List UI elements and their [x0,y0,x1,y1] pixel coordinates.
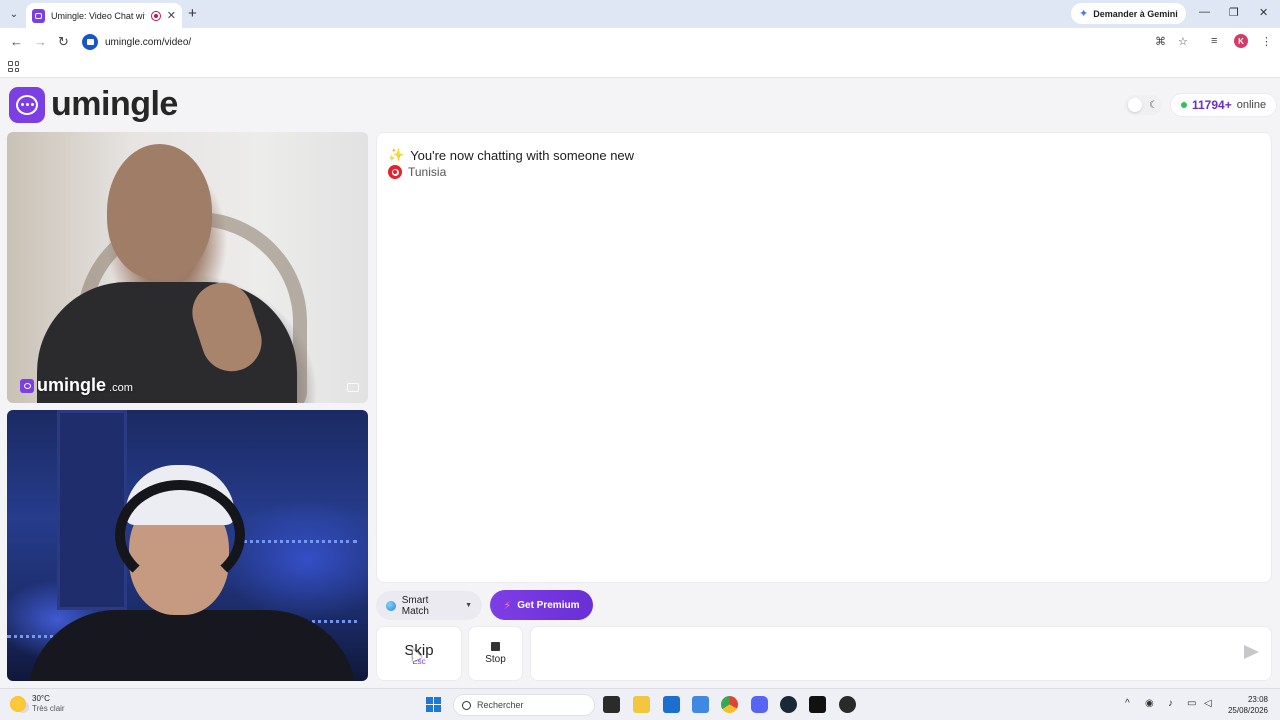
smart-match-dropdown[interactable]: Smart Match ▼ [376,591,482,620]
video-led-strip [237,540,357,543]
bookmark-bar [0,56,1280,78]
message-input[interactable] [531,627,1221,680]
remote-video: umingle .com [7,132,368,403]
stop-button[interactable]: Stop [468,626,523,681]
premium-label: Get Premium [517,599,580,611]
translate-icon[interactable]: ⌘ [1155,35,1166,48]
steam-icon[interactable] [780,696,797,713]
brand-logo[interactable]: umingle [9,85,178,124]
file-explorer-icon[interactable] [633,696,650,713]
terminal-icon[interactable] [809,696,826,713]
apps-grid-icon[interactable] [8,61,19,72]
chrome-icon[interactable] [721,696,738,713]
online-status-dot [1181,102,1187,108]
system-message: ✨ You're now chatting with someone new [388,147,634,163]
search-icon [462,700,471,710]
back-icon[interactable]: ← [10,34,23,49]
video-person-headset [115,480,245,590]
sun-icon [10,696,26,712]
bookmark-star-icon[interactable]: ☆ [1178,35,1188,48]
browser-tab-bar: ⌄ Umingle: Video Chat with S ✕ + ✦ Deman… [0,0,1280,28]
system-message-text: You're now chatting with someone new [410,147,635,163]
store-icon[interactable] [663,696,680,713]
watermark-logo-icon [20,378,34,393]
video-watermark: umingle .com [20,375,133,396]
volume-icon[interactable]: ◁ [1204,698,1212,709]
forward-icon[interactable]: → [34,34,47,49]
umingle-favicon-icon [32,8,45,23]
report-flag-icon[interactable] [347,383,359,392]
stop-label: Stop [485,654,506,665]
stop-square-icon [491,642,500,651]
url-text: umingle.com/video/ [105,36,192,48]
gemini-star-icon: ✦ [1079,8,1089,20]
message-box [530,626,1272,681]
tray-overflow-icon[interactable]: ^ [1125,698,1130,709]
tab-close-icon[interactable]: ✕ [167,9,176,22]
online-label: online [1236,99,1267,111]
network-icon[interactable]: ▭ [1187,698,1196,709]
toggle-knob [1128,98,1142,112]
video-person-shirt [27,610,357,681]
moon-icon: ☾ [1149,99,1158,111]
taskbar-search-label: Rechercher [477,700,524,710]
clock-time: 23:08 [1247,695,1268,704]
video-person-head [107,144,212,279]
page-content: umingle ☾ 11794+ online umingle .com ✨ Y… [0,79,1280,687]
theme-toggle[interactable]: ☾ [1124,95,1162,115]
reload-icon[interactable]: ↻ [58,34,69,50]
sparkle-icon: ✨ [388,147,405,162]
brand-name: umingle [51,85,178,123]
gemini-button[interactable]: ✦ Demander à Gemini [1071,3,1186,24]
online-count: 11794+ [1192,98,1232,112]
chevron-down-icon: ▼ [465,602,472,609]
globe-icon [386,600,396,611]
chat-bubble-logo-icon [9,86,45,123]
media-control-icon[interactable]: ≡ [1211,35,1217,47]
video-door [57,410,127,610]
obs-icon[interactable] [839,696,856,713]
weather-widget[interactable]: 30°C Très clair [10,694,65,714]
outlook-icon[interactable] [692,696,709,713]
weather-temperature: 30°C [32,694,50,703]
chat-panel: ✨ You're now chatting with someone new T… [376,132,1272,583]
discord-icon[interactable] [751,696,768,713]
eye-off-icon[interactable]: ◉ [1145,698,1154,709]
browser-toolbar: ← → ↻ umingle.com/video/ ⌘ ☆ ≡ K ⋮ [0,28,1280,56]
local-video [7,410,368,681]
get-premium-button[interactable]: ⚡ Get Premium [490,590,593,620]
windows-start-icon[interactable] [426,697,441,712]
watermark-name: umingle [37,375,107,395]
smart-match-label: Smart Match [401,594,429,617]
menu-kebab-icon[interactable]: ⋮ [1261,35,1272,48]
bolt-icon: ⚡ [503,599,512,612]
site-video-icon [82,34,98,50]
tab-title: Umingle: Video Chat with S [50,10,145,21]
online-counter: 11794+ online [1170,93,1278,117]
taskbar-search[interactable]: Rechercher [453,694,595,716]
weather-condition: Très clair [32,704,65,713]
system-clock[interactable]: 23:08 25/08/2026 [1222,694,1268,716]
new-tab-icon[interactable]: + [188,5,197,22]
windows-taskbar: 30°C Très clair Rechercher ^ ◉ ♪ ▭ ◁ 23:… [0,688,1280,720]
microphone-icon[interactable]: ♪ [1168,698,1173,709]
restore-icon[interactable]: ❐ [1229,6,1239,19]
minimize-icon[interactable]: — [1199,6,1210,18]
recording-indicator-icon [151,10,161,21]
clock-date: 25/08/2026 [1227,706,1268,715]
tunisia-flag-icon [388,165,402,179]
address-bar[interactable]: umingle.com/video/ [82,31,1202,53]
partner-country: Tunisia [388,165,446,179]
tab-search-icon[interactable]: ⌄ [6,6,22,22]
browser-tab[interactable]: Umingle: Video Chat with S ✕ [26,3,182,28]
profile-avatar[interactable]: K [1234,34,1248,48]
watermark-tld: .com [109,381,133,394]
task-view-icon[interactable] [603,696,620,713]
gemini-button-label: Demander à Gemini [1093,8,1178,19]
send-icon[interactable] [1244,645,1259,659]
window-close-icon[interactable]: ✕ [1259,6,1268,19]
country-name: Tunisia [408,165,447,179]
